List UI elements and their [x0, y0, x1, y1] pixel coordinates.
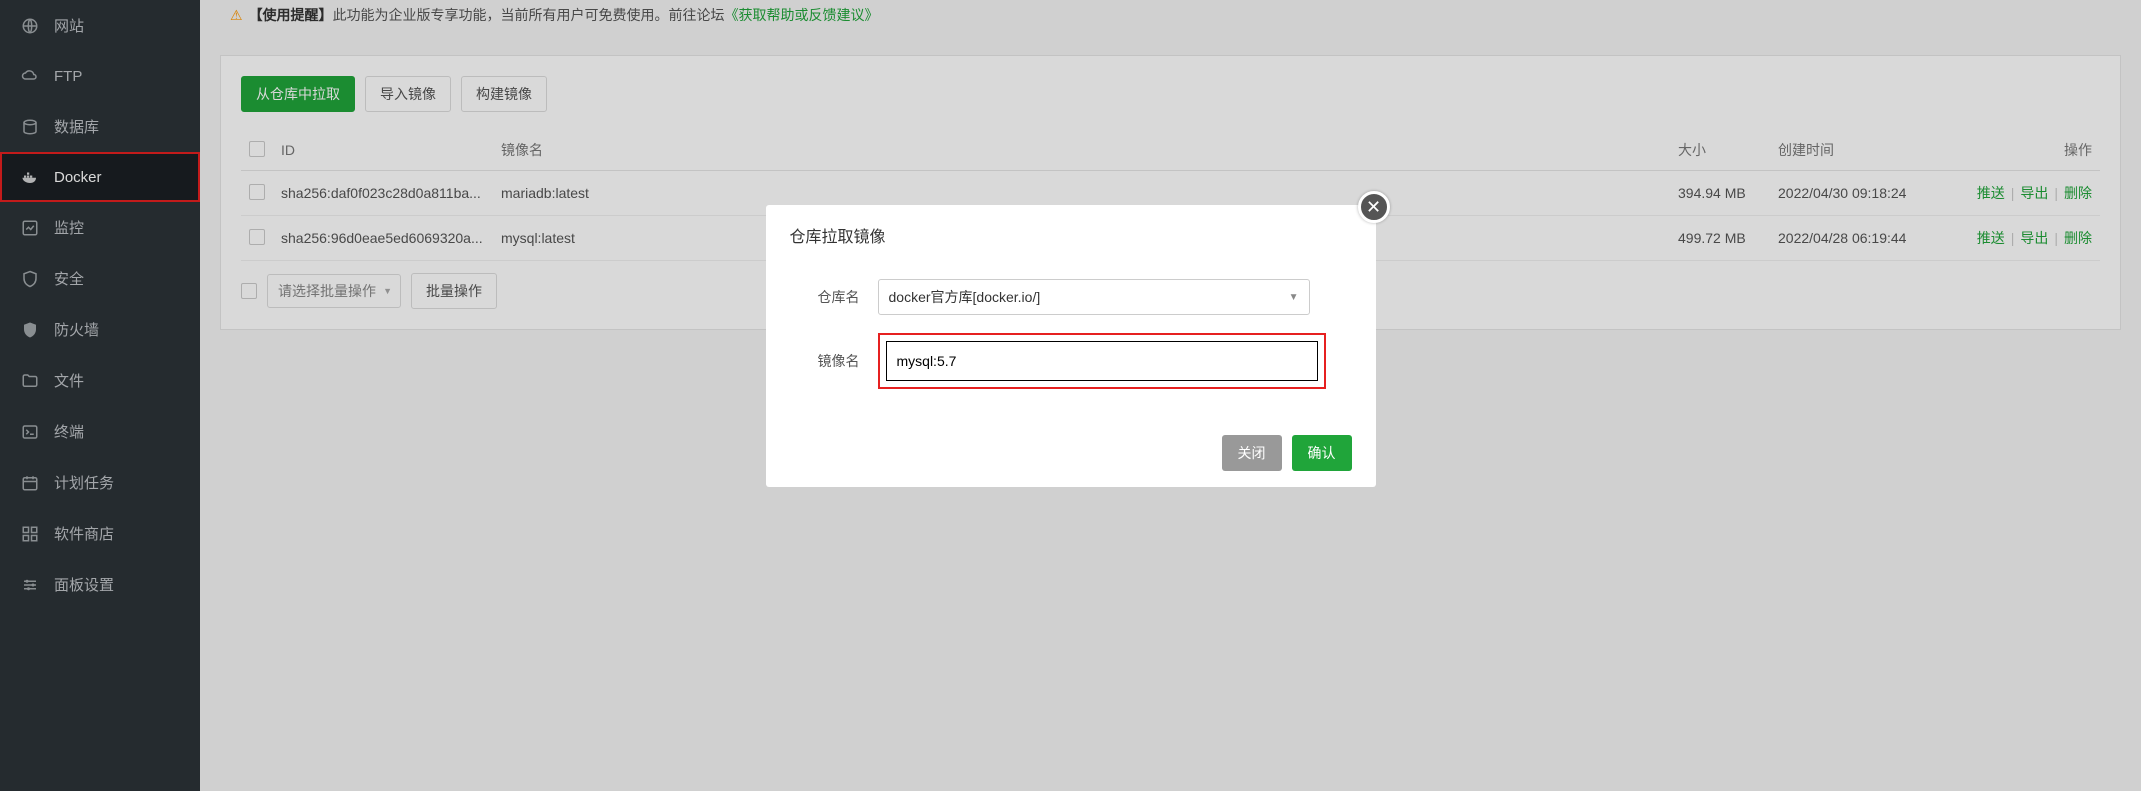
repo-value: docker官方库[docker.io/]: [889, 287, 1041, 307]
pull-dialog: ✕ 仓库拉取镜像 仓库名 docker官方库[docker.io/] ▼ 镜像名: [766, 205, 1376, 487]
modal-overlay: ✕ 仓库拉取镜像 仓库名 docker官方库[docker.io/] ▼ 镜像名: [0, 0, 2141, 791]
close-icon[interactable]: ✕: [1358, 191, 1390, 223]
dialog-title: 仓库拉取镜像: [766, 205, 1376, 259]
image-label: 镜像名: [790, 351, 860, 371]
dialog-confirm-button[interactable]: 确认: [1292, 435, 1352, 471]
repo-select[interactable]: docker官方库[docker.io/] ▼: [878, 279, 1310, 315]
repo-label: 仓库名: [790, 287, 860, 307]
image-input[interactable]: [887, 342, 1317, 380]
image-highlight: [878, 333, 1326, 389]
chevron-down-icon: ▼: [1289, 292, 1299, 303]
dialog-close-button[interactable]: 关闭: [1222, 435, 1282, 471]
